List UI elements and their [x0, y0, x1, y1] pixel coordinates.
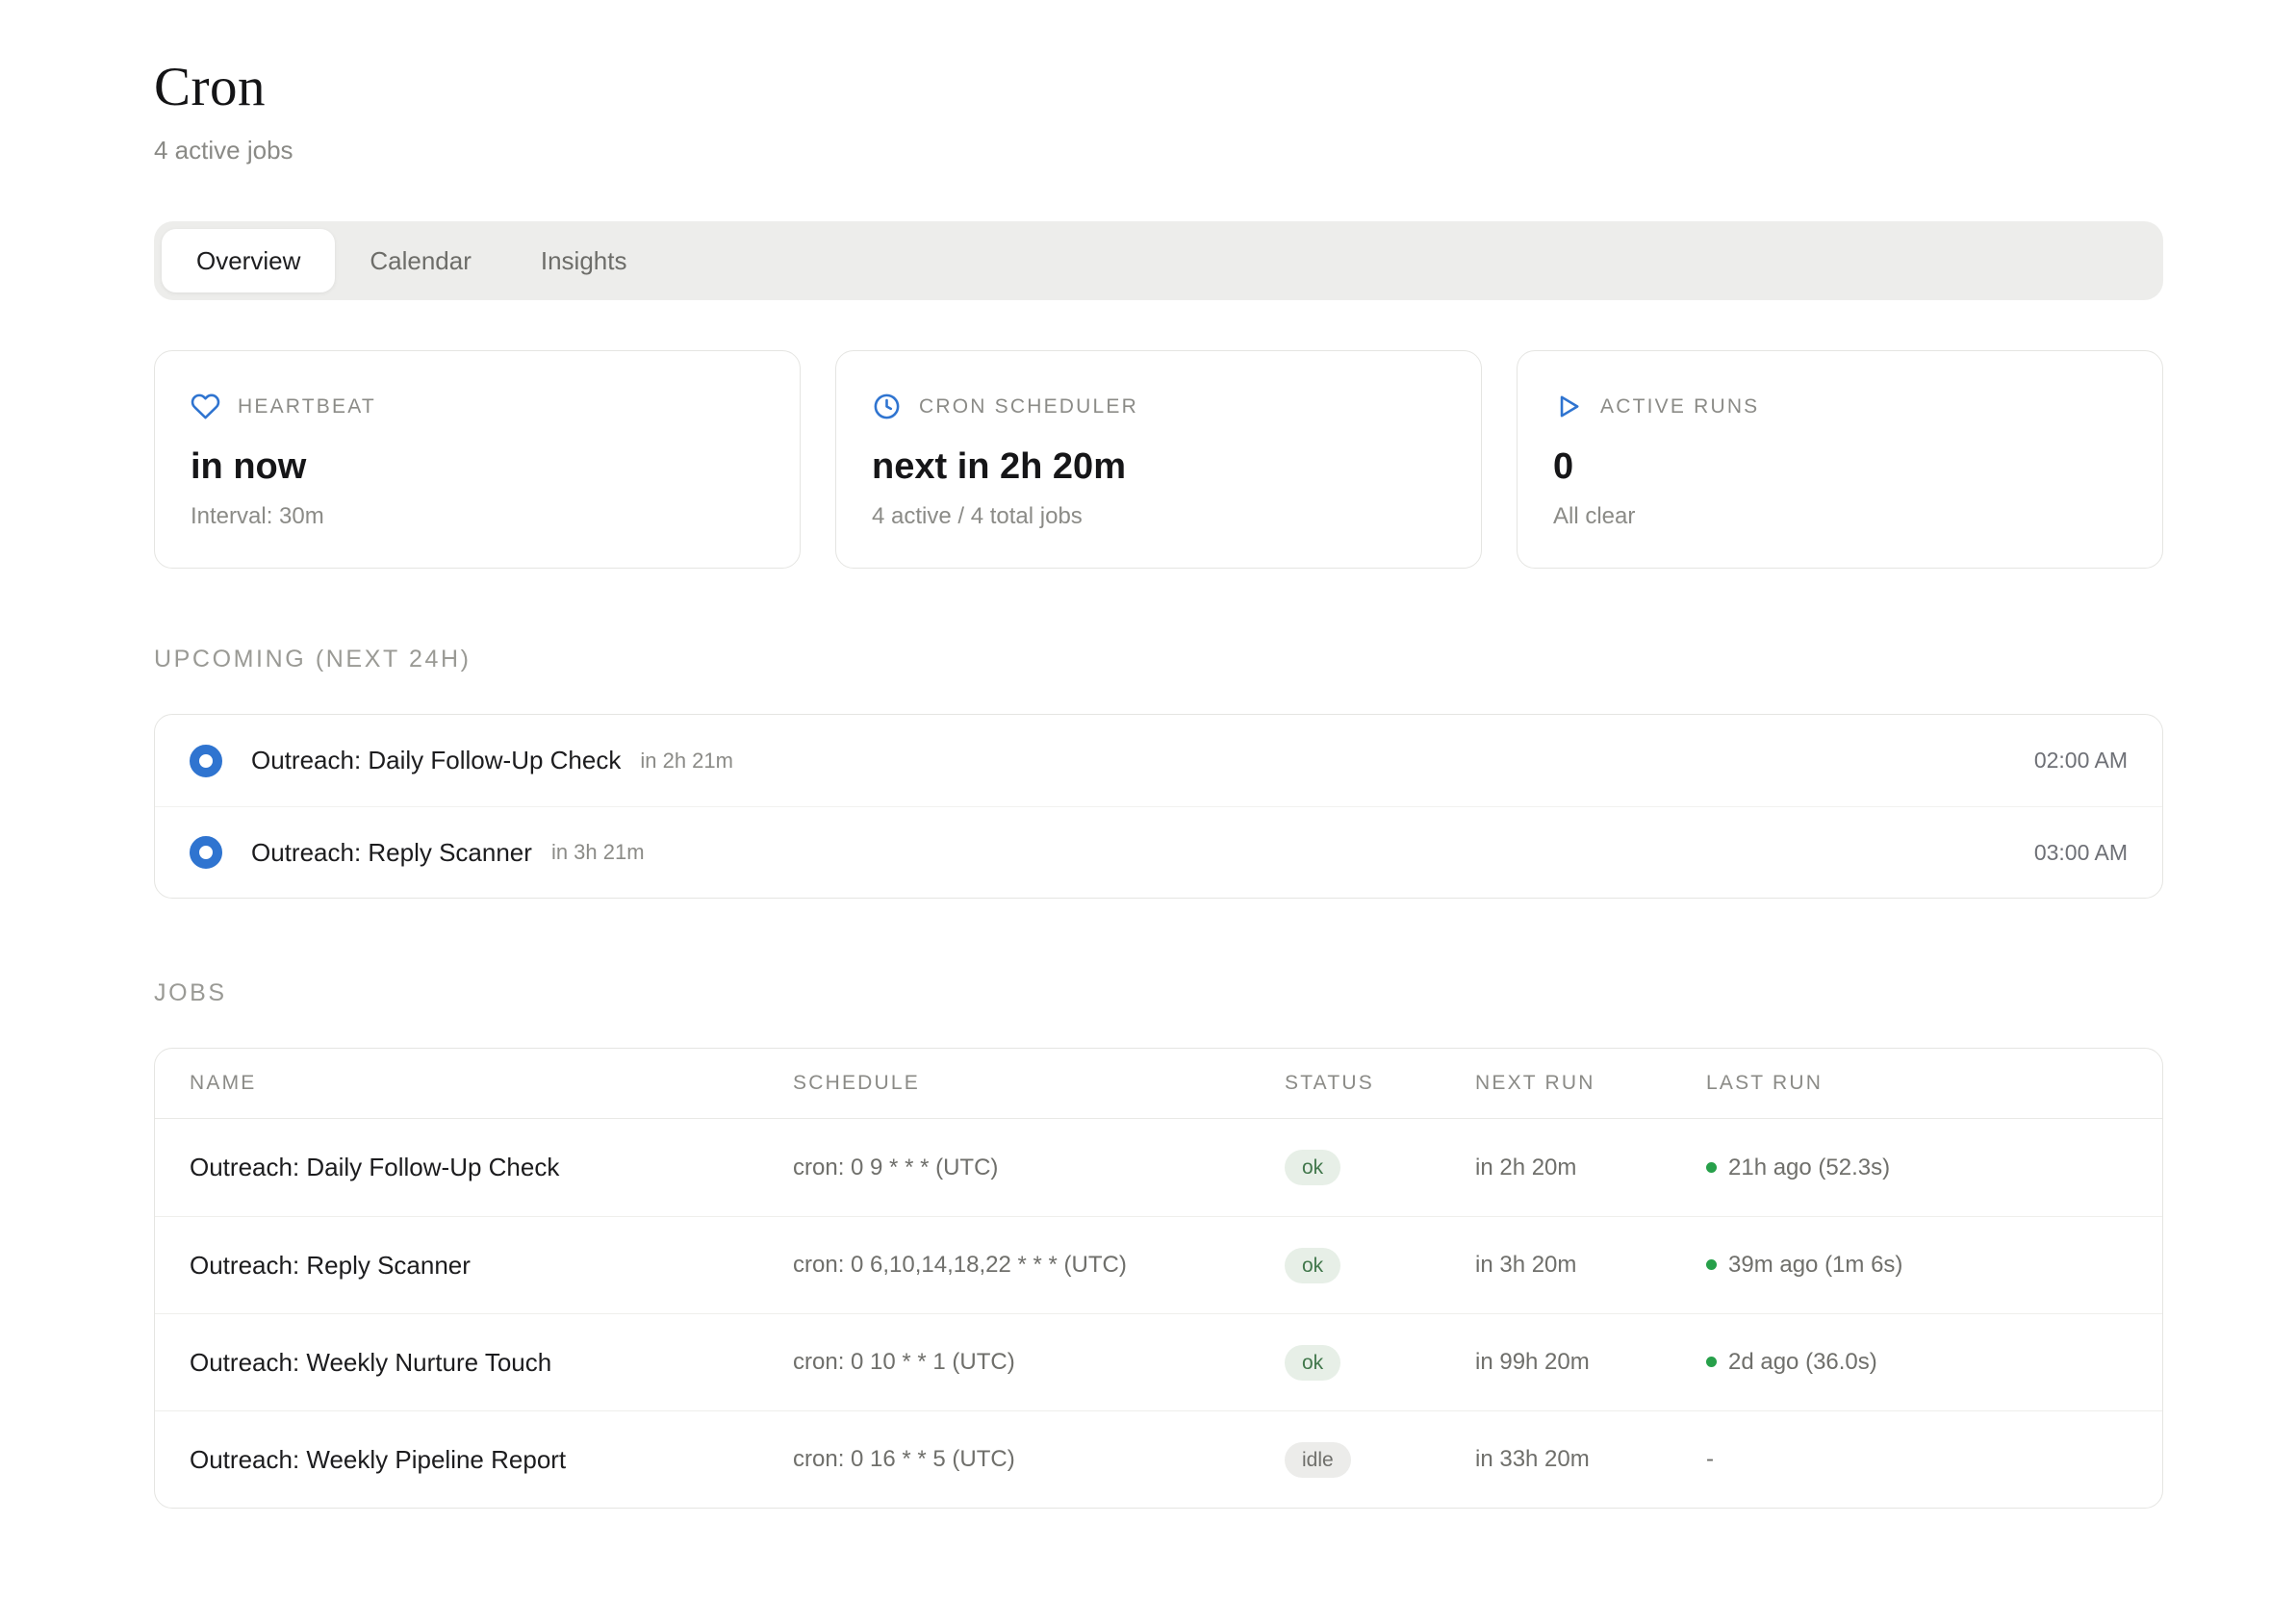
upcoming-list: Outreach: Daily Follow-Up Check in 2h 21…	[154, 714, 2163, 899]
job-last-run: 2d ago (36.0s)	[1706, 1349, 2128, 1376]
job-last-run: 21h ago (52.3s)	[1706, 1155, 2128, 1181]
stat-value: next in 2h 20m	[872, 446, 1445, 488]
job-schedule: cron: 0 6,10,14,18,22 * * * (UTC)	[793, 1252, 1285, 1279]
success-dot-icon	[1706, 1259, 1717, 1270]
play-icon	[1553, 392, 1583, 421]
jobs-table-header: NAME SCHEDULE STATUS NEXT RUN LAST RUN	[155, 1049, 2162, 1119]
stat-value: in now	[191, 446, 764, 488]
table-row: Outreach: Weekly Pipeline Report cron: 0…	[155, 1410, 2162, 1508]
upcoming-relative-time: in 2h 21m	[640, 749, 733, 774]
stat-card-cron-scheduler: CRON SCHEDULER next in 2h 20m 4 active /…	[835, 350, 1482, 569]
success-dot-icon	[1706, 1357, 1717, 1367]
stat-label: ACTIVE RUNS	[1600, 395, 1759, 419]
status-badge: ok	[1285, 1150, 1340, 1185]
stat-sub: Interval: 30m	[191, 503, 764, 530]
status-badge: ok	[1285, 1248, 1340, 1283]
job-next-run: in 33h 20m	[1475, 1446, 1706, 1473]
column-header-name: NAME	[190, 1072, 793, 1095]
tab-calendar[interactable]: Calendar	[335, 229, 506, 292]
job-next-run: in 99h 20m	[1475, 1349, 1706, 1376]
upcoming-job-name: Outreach: Reply Scanner	[251, 838, 532, 868]
column-header-status: STATUS	[1285, 1072, 1475, 1095]
stat-sub: 4 active / 4 total jobs	[872, 503, 1445, 530]
table-row: Outreach: Daily Follow-Up Check cron: 0 …	[155, 1119, 2162, 1216]
upcoming-clock-time: 02:00 AM	[2034, 748, 2128, 774]
column-header-schedule: SCHEDULE	[793, 1072, 1285, 1095]
jobs-heading: JOBS	[154, 979, 2163, 1007]
upcoming-item: Outreach: Daily Follow-Up Check in 2h 21…	[155, 715, 2162, 806]
table-row: Outreach: Reply Scanner cron: 0 6,10,14,…	[155, 1216, 2162, 1313]
column-header-last-run: LAST RUN	[1706, 1072, 2128, 1095]
tab-overview[interactable]: Overview	[162, 229, 335, 292]
page-title: Cron	[154, 56, 2163, 118]
job-name: Outreach: Daily Follow-Up Check	[190, 1153, 793, 1182]
job-next-run: in 2h 20m	[1475, 1155, 1706, 1181]
upcoming-heading: UPCOMING (NEXT 24H)	[154, 646, 2163, 673]
status-badge: idle	[1285, 1442, 1351, 1478]
heart-icon	[191, 392, 220, 421]
upcoming-relative-time: in 3h 21m	[551, 840, 645, 865]
status-badge: ok	[1285, 1345, 1340, 1381]
stat-cards: HEARTBEAT in now Interval: 30m CRON SCHE…	[154, 350, 2163, 569]
page-subtitle: 4 active jobs	[154, 136, 2163, 165]
upcoming-item: Outreach: Reply Scanner in 3h 21m 03:00 …	[155, 806, 2162, 898]
clock-icon	[872, 392, 902, 421]
stat-card-active-runs: ACTIVE RUNS 0 All clear	[1517, 350, 2163, 569]
job-name: Outreach: Reply Scanner	[190, 1251, 793, 1281]
job-dot-icon	[190, 836, 222, 869]
job-dot-icon	[190, 745, 222, 777]
column-header-next-run: NEXT RUN	[1475, 1072, 1706, 1095]
job-last-run: -	[1706, 1446, 2128, 1473]
page: Cron 4 active jobs Overview Calendar Ins…	[154, 0, 2163, 1509]
tab-bar: Overview Calendar Insights	[154, 221, 2163, 300]
job-name: Outreach: Weekly Nurture Touch	[190, 1348, 793, 1378]
job-schedule: cron: 0 10 * * 1 (UTC)	[793, 1349, 1285, 1376]
job-next-run: in 3h 20m	[1475, 1252, 1706, 1279]
success-dot-icon	[1706, 1162, 1717, 1173]
jobs-table: NAME SCHEDULE STATUS NEXT RUN LAST RUN O…	[154, 1048, 2163, 1509]
tab-insights[interactable]: Insights	[506, 229, 662, 292]
job-name: Outreach: Weekly Pipeline Report	[190, 1445, 793, 1475]
upcoming-clock-time: 03:00 AM	[2034, 840, 2128, 866]
job-schedule: cron: 0 9 * * * (UTC)	[793, 1155, 1285, 1181]
stat-label: HEARTBEAT	[238, 395, 376, 419]
job-last-run: 39m ago (1m 6s)	[1706, 1252, 2128, 1279]
upcoming-job-name: Outreach: Daily Follow-Up Check	[251, 746, 621, 775]
stat-value: 0	[1553, 446, 2127, 488]
stat-card-heartbeat: HEARTBEAT in now Interval: 30m	[154, 350, 801, 569]
job-schedule: cron: 0 16 * * 5 (UTC)	[793, 1446, 1285, 1473]
stat-sub: All clear	[1553, 503, 2127, 530]
table-row: Outreach: Weekly Nurture Touch cron: 0 1…	[155, 1313, 2162, 1410]
stat-label: CRON SCHEDULER	[919, 395, 1138, 419]
